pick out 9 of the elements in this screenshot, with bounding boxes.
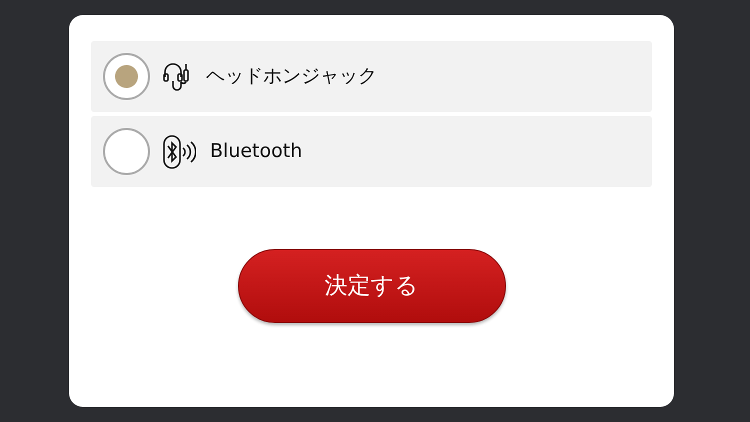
option-row[interactable]: ヘッドホンジャック	[91, 41, 652, 112]
option-label: Bluetooth	[210, 139, 302, 164]
option-row[interactable]: Bluetooth	[91, 116, 652, 187]
option-label: ヘッドホンジャック	[206, 64, 377, 90]
radio-button[interactable]	[103, 53, 150, 100]
radio-button[interactable]	[103, 128, 150, 175]
bluetooth-icon	[162, 134, 196, 170]
confirm-button[interactable]: 決定する	[238, 249, 506, 323]
headphone-jack-icon	[162, 60, 192, 92]
